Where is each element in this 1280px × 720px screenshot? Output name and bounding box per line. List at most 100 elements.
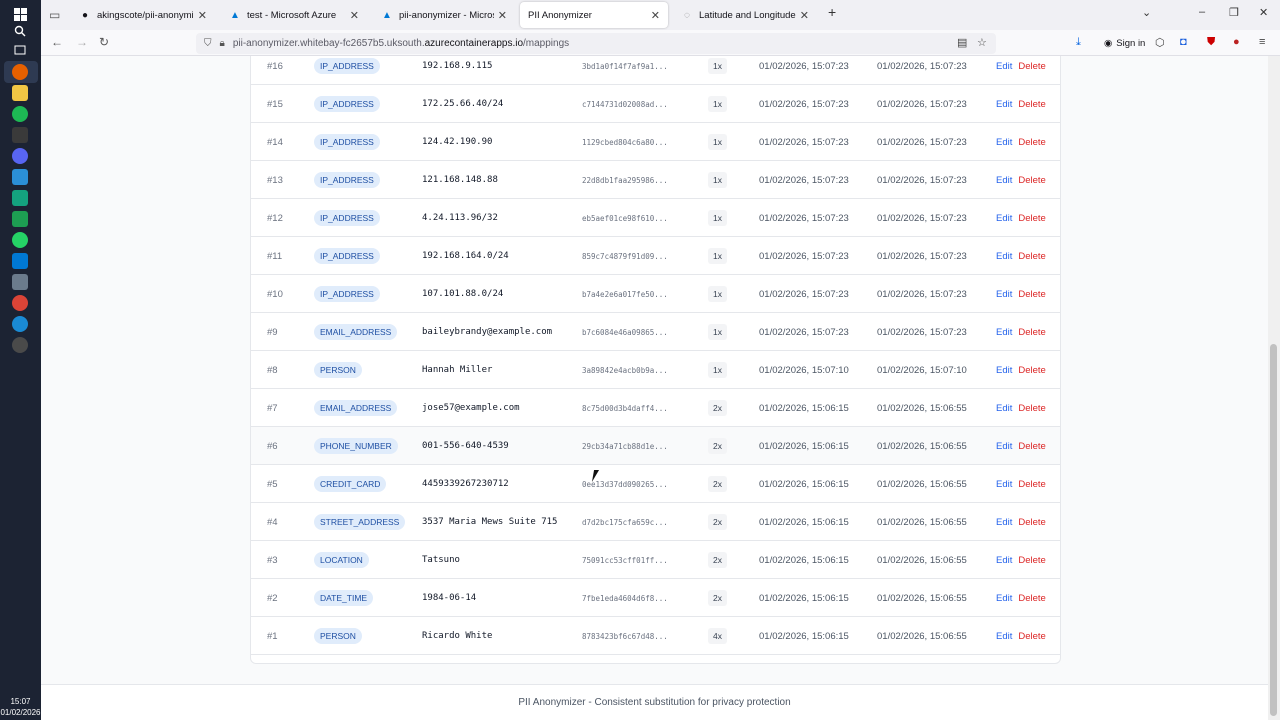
azure-icon: ▲: [382, 9, 392, 21]
delete-link[interactable]: Delete: [1018, 593, 1045, 604]
entity-type-badge: DATE_TIME: [314, 590, 374, 606]
hash-value: 1129cbed804c6a80...: [582, 137, 668, 147]
row-actions: Edit Delete: [996, 389, 1046, 427]
vscode-icon[interactable]: [12, 253, 28, 269]
delete-link[interactable]: Delete: [1018, 213, 1045, 224]
network-icon[interactable]: [12, 169, 28, 185]
firefox-icon[interactable]: [12, 64, 28, 80]
windows-start-icon[interactable]: [12, 6, 28, 22]
reload-icon[interactable]: ↻: [99, 35, 109, 49]
edit-link[interactable]: Edit: [996, 593, 1012, 604]
reader-view-icon[interactable]: ▤: [957, 36, 967, 49]
chrome-icon[interactable]: [12, 295, 28, 311]
count-cell: 1x: [708, 351, 727, 389]
edit-link[interactable]: Edit: [996, 479, 1012, 490]
created-timestamp: 01/02/2026, 15:07:23: [759, 98, 849, 110]
edit-link[interactable]: Edit: [996, 365, 1012, 376]
count-cell: 2x: [708, 465, 727, 503]
restore-icon[interactable]: ❐: [1229, 6, 1239, 19]
delete-link[interactable]: Delete: [1018, 99, 1045, 110]
settings-gear-icon[interactable]: [12, 337, 28, 353]
delete-link[interactable]: Delete: [1018, 137, 1045, 148]
delete-link[interactable]: Delete: [1018, 289, 1045, 300]
password-manager-icon[interactable]: ◘: [1180, 36, 1187, 48]
delete-link[interactable]: Delete: [1018, 441, 1045, 452]
lock-icon[interactable]: 🔒︎: [220, 38, 225, 49]
menu-hamburger-icon[interactable]: ≡: [1259, 36, 1265, 48]
file-explorer-icon[interactable]: [12, 85, 28, 101]
tab-azure-test[interactable]: ▲ test - Microsoft Azure ✕: [221, 2, 367, 28]
edit-link[interactable]: Edit: [996, 213, 1012, 224]
new-tab-icon[interactable]: +: [828, 4, 836, 20]
close-icon[interactable]: ✕: [651, 9, 660, 22]
delete-link[interactable]: Delete: [1018, 479, 1045, 490]
close-icon[interactable]: ✕: [498, 9, 507, 22]
task-view-icon[interactable]: [12, 42, 28, 58]
shield-icon[interactable]: ⛉: [204, 38, 212, 49]
edit-link[interactable]: Edit: [996, 327, 1012, 338]
search-icon[interactable]: [12, 23, 28, 39]
discord-icon[interactable]: [12, 148, 28, 164]
edit-link[interactable]: Edit: [996, 631, 1012, 642]
edit-link[interactable]: Edit: [996, 517, 1012, 528]
edit-link[interactable]: Edit: [996, 251, 1012, 262]
close-icon[interactable]: ✕: [800, 9, 809, 22]
edit-link[interactable]: Edit: [996, 137, 1012, 148]
hash-value: 29cb34a71cb88d1e...: [582, 441, 668, 451]
terminal-icon[interactable]: [12, 127, 28, 143]
back-arrow-icon[interactable]: ←: [51, 35, 63, 49]
created-timestamp: 01/02/2026, 15:07:23: [759, 60, 849, 72]
forward-arrow-icon[interactable]: →: [76, 35, 88, 49]
edit-link[interactable]: Edit: [996, 175, 1012, 186]
count-cell: 1x: [708, 85, 727, 123]
count-cell: 2x: [708, 503, 727, 541]
delete-link[interactable]: Delete: [1018, 365, 1045, 376]
url-bar[interactable]: ⛉ 🔒︎ pii-anonymizer.whitebay-fc2657b5.uk…: [196, 33, 996, 54]
close-icon[interactable]: ✕: [350, 9, 359, 22]
delete-link[interactable]: Delete: [1018, 555, 1045, 566]
count-cell: 2x: [708, 427, 727, 465]
scrollbar-thumb[interactable]: [1270, 344, 1277, 716]
edit-link[interactable]: Edit: [996, 61, 1012, 72]
table-row: #12 IP_ADDRESS 4.24.113.96/32 eb5aef01ce98f…: [251, 199, 1060, 237]
row-actions: Edit Delete: [996, 541, 1046, 579]
delete-link[interactable]: Delete: [1018, 403, 1045, 414]
tab-azure-pii[interactable]: ▲ pii-anonymizer - Microsoft Azu ✕: [373, 2, 515, 28]
delete-link[interactable]: Delete: [1018, 251, 1045, 262]
profile-icon[interactable]: ●: [1233, 36, 1240, 48]
edge-icon[interactable]: [12, 316, 28, 332]
edit-link[interactable]: Edit: [996, 99, 1012, 110]
ublock-icon[interactable]: ⛊: [1207, 36, 1215, 49]
edit-link[interactable]: Edit: [996, 441, 1012, 452]
tab-list-icon[interactable]: ▭: [49, 8, 60, 22]
whatsapp-icon[interactable]: [12, 232, 28, 248]
page-scrollbar[interactable]: [1268, 56, 1280, 720]
entity-type-badge: EMAIL_ADDRESS: [314, 400, 398, 416]
tab-pii-anonymizer[interactable]: PII Anonymizer ✕: [520, 2, 668, 28]
script-icon[interactable]: [12, 190, 28, 206]
edit-link[interactable]: Edit: [996, 403, 1012, 414]
usage-count-badge: 2x: [708, 590, 727, 606]
delete-link[interactable]: Delete: [1018, 175, 1045, 186]
delete-link[interactable]: Delete: [1018, 327, 1045, 338]
sign-in-button[interactable]: ◉ Sign in: [1099, 34, 1150, 52]
spotify-icon[interactable]: [12, 106, 28, 122]
tab-github[interactable]: ● akingscote/pii-anonymizer-serv ✕: [71, 2, 215, 28]
document-icon[interactable]: [12, 274, 28, 290]
minimize-icon[interactable]: –: [1199, 6, 1205, 18]
bookmark-star-icon[interactable]: ☆: [977, 36, 987, 49]
downloads-icon[interactable]: ⤓: [1076, 36, 1081, 49]
extensions-icon[interactable]: ⬡: [1155, 36, 1165, 49]
tab-latlong[interactable]: ◌ Latitude and Longitude Finder o ✕: [673, 2, 817, 28]
updated-timestamp: 01/02/2026, 15:07:23: [877, 212, 967, 224]
tab-overflow-chevron-down-icon[interactable]: ⌄: [1142, 6, 1151, 19]
notes-icon[interactable]: [12, 211, 28, 227]
delete-link[interactable]: Delete: [1018, 61, 1045, 72]
delete-link[interactable]: Delete: [1018, 631, 1045, 642]
window-close-icon[interactable]: ✕: [1259, 6, 1268, 19]
edit-link[interactable]: Edit: [996, 555, 1012, 566]
edit-link[interactable]: Edit: [996, 289, 1012, 300]
close-icon[interactable]: ✕: [198, 9, 207, 22]
delete-link[interactable]: Delete: [1018, 517, 1045, 528]
taskbar-clock[interactable]: 15:07 01/02/2026: [0, 696, 41, 718]
